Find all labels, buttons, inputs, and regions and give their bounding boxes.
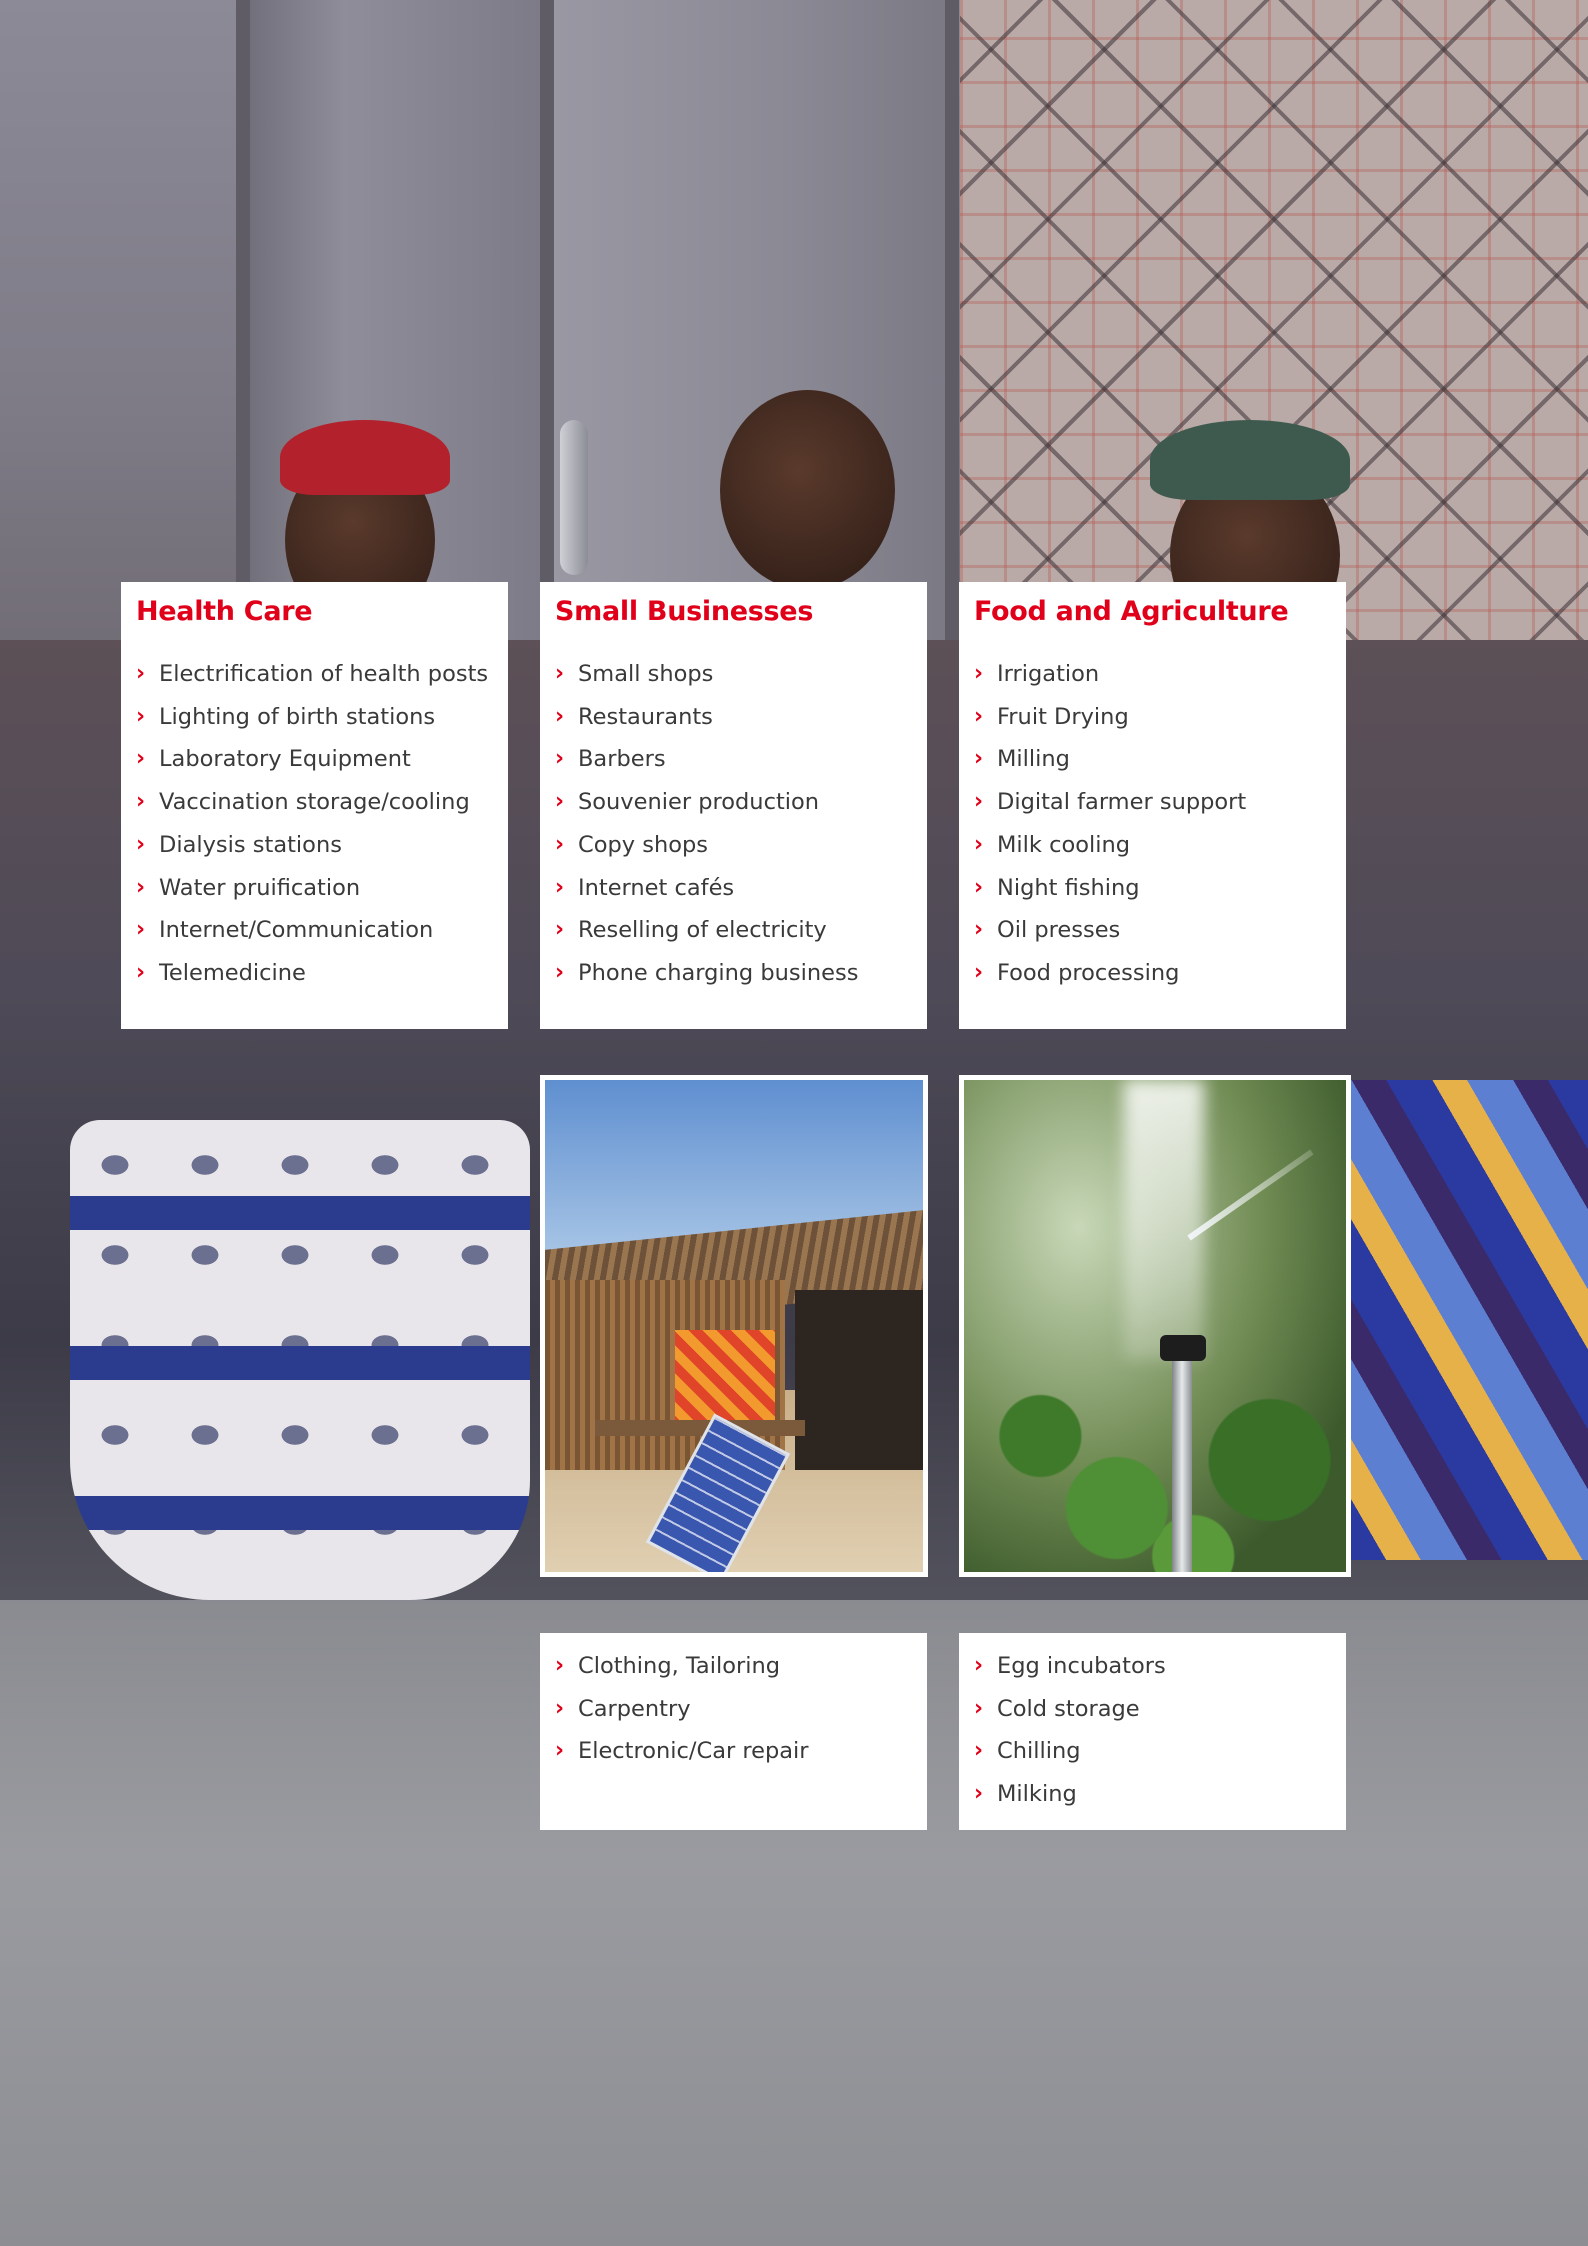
- door-handle: [560, 420, 588, 575]
- list-item: › Dialysis stations: [136, 824, 493, 867]
- list-item: › Lighting of birth stations: [136, 696, 493, 739]
- list-item: › Electronic/Car repair: [555, 1730, 912, 1773]
- list-item: › Milling: [974, 738, 1331, 781]
- list-item: › Milk cooling: [974, 824, 1331, 867]
- small-businesses-more-card: › Clothing, Tailoring › Carpentry › Electro…: [540, 1633, 927, 1830]
- chevron-right-icon: ›: [136, 661, 146, 686]
- chevron-right-icon: ›: [555, 703, 565, 729]
- shop-doorway: [795, 1290, 923, 1470]
- door-right: [548, 0, 948, 680]
- food-agriculture-list: › Irrigation › Fruit Drying › Milling › Digi…: [974, 653, 1331, 995]
- person-face: [720, 390, 895, 590]
- list-item: › Laboratory Equipment: [136, 738, 493, 781]
- list-item: › Internet cafés: [555, 867, 912, 910]
- list-item: › Barbers: [555, 738, 912, 781]
- chevron-right-icon: ›: [974, 661, 984, 686]
- chevron-right-icon: ›: [555, 746, 565, 772]
- list-item: › Copy shops: [555, 824, 912, 867]
- door-seam: [945, 0, 959, 680]
- small-businesses-card: Small Businesses › Small shops › Restauran…: [540, 582, 927, 1029]
- chevron-right-icon: ›: [974, 917, 984, 943]
- food-agriculture-title: Food and Agriculture: [974, 596, 1289, 627]
- food-agriculture-card: Food and Agriculture › Irrigation › Fruit …: [959, 582, 1346, 1029]
- chevron-right-icon: ›: [974, 831, 984, 857]
- sprinkler-photo: [959, 1075, 1351, 1577]
- chevron-right-icon: ›: [974, 1653, 984, 1678]
- chevron-right-icon: ›: [555, 959, 565, 985]
- list-item: › Egg incubators: [974, 1645, 1331, 1688]
- small-businesses-title: Small Businesses: [555, 596, 814, 627]
- sprinkler-head: [1160, 1335, 1206, 1361]
- shop-goods: [675, 1330, 775, 1430]
- list-item: › Carpentry: [555, 1688, 912, 1731]
- small-businesses-more-list: › Clothing, Tailoring › Carpentry › Electro…: [555, 1645, 912, 1773]
- food-agriculture-more-list: › Egg incubators › Cold storage › Chilling …: [974, 1645, 1331, 1816]
- list-item: › Fruit Drying: [974, 696, 1331, 739]
- list-item: › Chilling: [974, 1730, 1331, 1773]
- list-item: › Restaurants: [555, 696, 912, 739]
- headscarf: [280, 420, 450, 495]
- water-jet: [1187, 1149, 1314, 1241]
- list-item: › Oil presses: [974, 909, 1331, 952]
- chevron-right-icon: ›: [136, 831, 146, 857]
- chevron-right-icon: ›: [555, 1653, 565, 1678]
- chevron-right-icon: ›: [974, 1781, 984, 1807]
- door-seam: [540, 0, 554, 680]
- chevron-right-icon: ›: [136, 917, 146, 943]
- list-item: › Irrigation: [974, 653, 1331, 696]
- chevron-right-icon: ›: [555, 831, 565, 857]
- sprinkler-pipe: [1172, 1350, 1192, 1572]
- chevron-right-icon: ›: [136, 746, 146, 772]
- list-item: › Clothing, Tailoring: [555, 1645, 912, 1688]
- chevron-right-icon: ›: [974, 746, 984, 772]
- chevron-right-icon: ›: [555, 789, 565, 815]
- list-item: › Telemedicine: [136, 952, 493, 995]
- chevron-right-icon: ›: [974, 1695, 984, 1721]
- patterned-wrap: [70, 1120, 530, 1600]
- health-care-title: Health Care: [136, 596, 313, 627]
- chevron-right-icon: ›: [974, 959, 984, 985]
- food-agriculture-more-card: › Egg incubators › Cold storage › Chilling …: [959, 1633, 1346, 1830]
- chevron-right-icon: ›: [555, 874, 565, 900]
- small-businesses-list: › Small shops › Restaurants › Barbers › Souv…: [555, 653, 912, 995]
- health-care-list: › Electrification of health posts › Lighti…: [136, 653, 493, 995]
- chevron-right-icon: ›: [974, 789, 984, 815]
- chevron-right-icon: ›: [136, 703, 146, 729]
- chevron-right-icon: ›: [555, 1695, 565, 1721]
- list-item: › Water pruification: [136, 867, 493, 910]
- door-seam: [236, 0, 250, 680]
- list-item: › Internet/Communication: [136, 909, 493, 952]
- list-item: › Electrification of health posts: [136, 653, 493, 696]
- list-item: › Vaccination storage/cooling: [136, 781, 493, 824]
- solar-shop-photo: [540, 1075, 928, 1577]
- list-item: › Small shops: [555, 653, 912, 696]
- chevron-right-icon: ›: [555, 917, 565, 943]
- chevron-right-icon: ›: [555, 1738, 565, 1764]
- chevron-right-icon: ›: [136, 789, 146, 815]
- health-care-card: Health Care › Electrification of health p…: [121, 582, 508, 1029]
- list-item: › Reselling of electricity: [555, 909, 912, 952]
- water-mist: [1124, 1080, 1204, 1360]
- list-item: › Milking: [974, 1773, 1331, 1816]
- list-item: › Souvenier production: [555, 781, 912, 824]
- chevron-right-icon: ›: [974, 1738, 984, 1764]
- chevron-right-icon: ›: [136, 874, 146, 900]
- headscarf: [1150, 420, 1350, 500]
- list-item: › Food processing: [974, 952, 1331, 995]
- chevron-right-icon: ›: [555, 661, 565, 686]
- list-item: › Cold storage: [974, 1688, 1331, 1731]
- shop-table: [595, 1420, 805, 1436]
- list-item: › Night fishing: [974, 867, 1331, 910]
- chevron-right-icon: ›: [974, 874, 984, 900]
- patterned-wrap: [1340, 1080, 1588, 1560]
- list-item: › Digital farmer support: [974, 781, 1331, 824]
- chevron-right-icon: ›: [136, 959, 146, 985]
- list-item: › Phone charging business: [555, 952, 912, 995]
- crop-leaves: [964, 1340, 1346, 1572]
- chevron-right-icon: ›: [974, 703, 984, 729]
